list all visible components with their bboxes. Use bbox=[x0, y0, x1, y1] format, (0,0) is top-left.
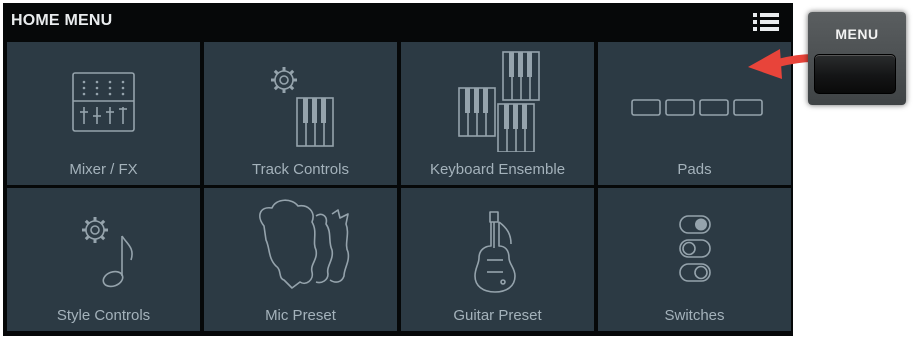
home-menu-header: HOME MENU bbox=[3, 3, 793, 40]
tile-style-controls[interactable]: Style Controls bbox=[7, 188, 200, 331]
tile-label: Guitar Preset bbox=[453, 307, 542, 324]
tile-label: Track Controls bbox=[252, 161, 349, 178]
hardware-panel: MENU bbox=[808, 12, 906, 105]
tile-label: Style Controls bbox=[56, 307, 151, 324]
tile-switches[interactable]: Switches bbox=[598, 188, 791, 331]
mic-preset-icon bbox=[259, 199, 350, 289]
tile-label: Keyboard Ensemble bbox=[429, 161, 566, 178]
tile-label: Pads bbox=[677, 161, 712, 178]
keyboard-ensemble-icon bbox=[458, 51, 540, 152]
style-controls-icon bbox=[82, 217, 133, 288]
menu-hardware-label: MENU bbox=[835, 26, 879, 42]
tile-mixer-fx[interactable]: Mixer / FX bbox=[7, 42, 200, 185]
mixer-icon bbox=[72, 72, 135, 132]
track-controls-icon bbox=[271, 67, 334, 147]
tile-label: Switches bbox=[664, 307, 725, 324]
menu-hardware-button[interactable] bbox=[814, 54, 896, 94]
switches-icon bbox=[679, 215, 711, 282]
tile-track-controls[interactable]: Track Controls bbox=[204, 42, 397, 185]
home-menu-grid: Mixer / FX Track Controls Keyboard Ensem… bbox=[7, 42, 793, 334]
list-icon[interactable] bbox=[752, 10, 780, 34]
tile-keyboard-ensemble[interactable]: Keyboard Ensemble bbox=[401, 42, 594, 185]
tile-label: Mic Preset bbox=[265, 307, 336, 324]
tile-label: Mixer / FX bbox=[69, 161, 138, 178]
page-title: HOME MENU bbox=[11, 12, 113, 29]
home-menu-panel: HOME MENU Mixer / FX Track Controls Keyb… bbox=[3, 3, 793, 336]
guitar-icon bbox=[474, 211, 516, 293]
tile-mic-preset[interactable]: Mic Preset bbox=[204, 188, 397, 331]
tile-guitar-preset[interactable]: Guitar Preset bbox=[401, 188, 594, 331]
